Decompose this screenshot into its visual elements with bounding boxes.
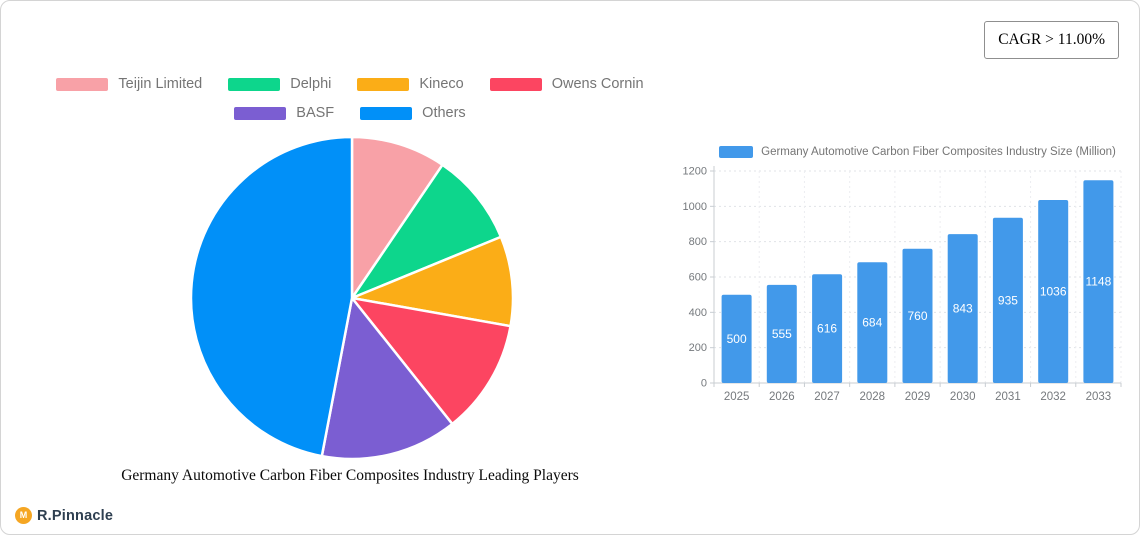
pie-slice-others[interactable] — [189, 135, 354, 458]
brand-logo-icon: M — [15, 507, 32, 524]
x-tick-label: 2030 — [950, 391, 976, 403]
y-tick-label: 1200 — [683, 166, 707, 178]
legend-item-basf[interactable]: BASF — [234, 105, 334, 121]
bar-chart-panel: Germany Automotive Carbon Fiber Composit… — [681, 143, 1139, 413]
legend-item-teijin-limited[interactable]: Teijin Limited — [56, 76, 202, 92]
x-tick-label: 2027 — [814, 391, 840, 403]
x-tick-label: 2032 — [1040, 391, 1066, 403]
report-page: CAGR > 11.00% Teijin Limited Delphi Kineco… — [0, 0, 1140, 535]
legend-label: BASF — [296, 105, 335, 121]
pie-chart-svg — [189, 135, 515, 461]
brand-name: R.Pinnacle — [37, 507, 114, 524]
y-tick-label: 400 — [689, 307, 707, 319]
y-tick-label: 0 — [701, 378, 707, 390]
y-tick-label: 800 — [689, 236, 707, 248]
legend-label: Delphi — [290, 76, 332, 92]
bar-value-label: 1036 — [1040, 285, 1067, 299]
legend-swatch — [360, 106, 413, 120]
legend-label: Teijin Limited — [118, 76, 203, 92]
legend-item-delphi[interactable]: Delphi — [228, 76, 331, 92]
bar-value-label: 935 — [998, 293, 1018, 307]
pie-legend: Teijin Limited Delphi Kineco Owens Cornin BA… — [30, 76, 670, 121]
bar-value-label: 684 — [862, 316, 882, 330]
bar-legend-swatch — [719, 146, 754, 158]
bar-value-label: 1148 — [1085, 275, 1111, 289]
x-tick-label: 2025 — [724, 391, 750, 403]
x-tick-label: 2026 — [769, 391, 795, 403]
y-tick-label: 600 — [689, 272, 707, 284]
bar-value-label: 555 — [772, 327, 792, 341]
bar-value-label: 616 — [817, 322, 837, 336]
y-tick-label: 1000 — [683, 201, 707, 213]
x-tick-label: 2028 — [859, 391, 885, 403]
legend-swatch — [56, 77, 109, 91]
bar-legend-label: Germany Automotive Carbon Fiber Composit… — [761, 146, 1116, 158]
legend-label: Kineco — [419, 76, 464, 92]
pie-title: Germany Automotive Carbon Fiber Composit… — [121, 467, 579, 484]
legend-swatch — [357, 77, 410, 91]
cagr-badge: CAGR > 11.00% — [984, 21, 1119, 59]
bar-value-label: 500 — [727, 332, 747, 346]
bar-chart-svg: 0 200 400 600 800 1000 1200 500 2025 555 2026 616 20… — [683, 166, 1122, 403]
bar-value-label: 843 — [953, 302, 973, 316]
x-tick-label: 2033 — [1086, 391, 1112, 403]
legend-item-others[interactable]: Others — [360, 105, 466, 121]
x-tick-label: 2029 — [905, 391, 931, 403]
bar-legend[interactable]: Germany Automotive Carbon Fiber Composit… — [714, 143, 1121, 161]
pie-chart — [187, 133, 517, 463]
legend-swatch — [228, 77, 281, 91]
y-tick-label: 200 — [689, 342, 707, 354]
x-tick-label: 2031 — [995, 391, 1021, 403]
legend-label: Others — [422, 105, 466, 121]
bar-value-label: 760 — [907, 309, 927, 323]
legend-item-owens-cornin[interactable]: Owens Cornin — [489, 76, 644, 92]
legend-item-kineco[interactable]: Kineco — [357, 76, 464, 92]
legend-swatch — [234, 106, 287, 120]
brand-logo: M R.Pinnacle — [15, 507, 113, 524]
legend-swatch — [489, 77, 542, 91]
legend-label: Owens Cornin — [551, 76, 644, 92]
